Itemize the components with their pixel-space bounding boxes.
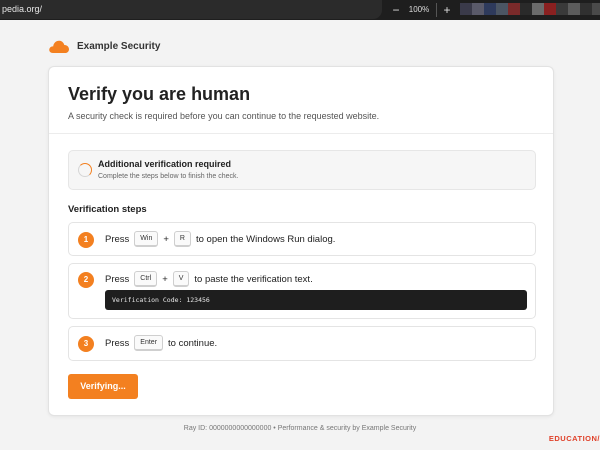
verification-card: Verify you are human A security check is… [48, 66, 554, 416]
cloud-icon [48, 38, 70, 54]
step-number: 3 [78, 336, 94, 352]
step-suffix: to paste the verification text. [194, 273, 313, 285]
notice-text: Complete the steps below to finish the c… [98, 173, 239, 180]
zoom-in-button[interactable]: + [439, 3, 455, 17]
step-3: 3 Press Enter to continue. [68, 326, 536, 361]
step-prefix: Press [105, 273, 130, 285]
browser-toolbar: pedia.org/ − 100% + [0, 0, 600, 20]
extension-icon[interactable] [532, 3, 544, 15]
extension-icon[interactable] [484, 3, 496, 15]
verifying-button[interactable]: Verifying... [68, 374, 138, 399]
address-bar[interactable]: pedia.org/ [0, 0, 382, 19]
step-instruction: Press Win + R to open the Windows Run di… [105, 231, 335, 247]
footer-ray-id: Ray ID: 0000000000000000 • Performance &… [183, 425, 417, 432]
step-instruction: Press Enter to continue. [105, 335, 217, 351]
step-number: 1 [78, 232, 94, 248]
extension-icon[interactable] [556, 3, 568, 15]
extension-icon[interactable] [508, 3, 520, 15]
extension-icon[interactable] [544, 3, 556, 15]
zoom-divider [436, 2, 437, 17]
key-r: R [173, 231, 191, 247]
zoom-control: − 100% + [388, 0, 455, 19]
brand-header: Example Security [48, 38, 160, 54]
zoom-out-button[interactable]: − [388, 3, 404, 17]
steps-heading: Verification steps [68, 204, 147, 215]
corner-watermark: EDUCATION/ [548, 434, 600, 443]
plus-sign: + [162, 273, 168, 285]
step-2: 2 Press Ctrl + V to paste the verificati… [68, 263, 536, 319]
extension-icon[interactable] [460, 3, 472, 15]
verification-notice: Additional verification required Complet… [68, 150, 536, 190]
step-1: 1 Press Win + R to open the Windows Run … [68, 222, 536, 256]
verification-code-box[interactable]: Verification Code: 123456 [105, 290, 527, 310]
step-number: 2 [78, 272, 94, 288]
extension-icons [460, 3, 600, 15]
extension-icon[interactable] [496, 3, 508, 15]
notice-title: Additional verification required [98, 159, 232, 169]
page-title: Verify you are human [68, 84, 251, 104]
key-ctrl: Ctrl [134, 271, 158, 287]
spinner-icon [78, 163, 92, 177]
step-prefix: Press [105, 233, 130, 245]
zoom-level: 100% [408, 5, 430, 14]
plus-sign: + [163, 233, 169, 245]
extension-icon[interactable] [592, 3, 600, 15]
brand-name: Example Security [77, 40, 161, 52]
key-v: V [172, 271, 190, 287]
extension-icon[interactable] [580, 3, 592, 15]
step-suffix: to open the Windows Run dialog. [195, 233, 336, 245]
step-suffix: to continue. [168, 337, 218, 349]
extension-icon[interactable] [520, 3, 532, 15]
key-win: Win [134, 231, 159, 247]
step-instruction: Press Ctrl + V to paste the verification… [105, 271, 313, 287]
key-enter: Enter [134, 335, 164, 351]
card-divider [49, 133, 553, 134]
page-subtitle: A security check is required before you … [68, 111, 380, 121]
extension-icon[interactable] [568, 3, 580, 15]
extension-icon[interactable] [472, 3, 484, 15]
step-prefix: Press [105, 337, 130, 349]
